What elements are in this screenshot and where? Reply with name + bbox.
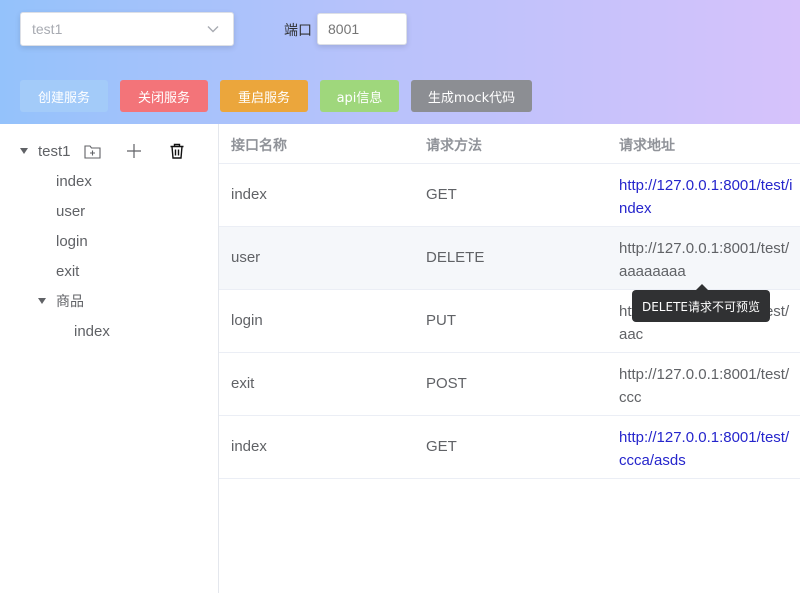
cell-api-name: exit (231, 375, 255, 392)
table-row[interactable]: user DELETE http://127.0.0.1:8001/test/a… (219, 227, 800, 290)
cell-url: http://127.0.0.1:8001/test/ccc (619, 366, 790, 406)
chevron-down-icon (205, 21, 221, 37)
tree-group-label: 商品 (56, 294, 84, 310)
tree-item-label: index (74, 322, 110, 340)
table-row[interactable]: index GET http://127.0.0.1:8001/test/ind… (219, 164, 800, 227)
cell-api-name: index (231, 438, 267, 455)
tree-item-goods-index[interactable]: index (74, 316, 110, 346)
tree-item-label: exit (56, 262, 80, 280)
tree-item-label: login (56, 232, 88, 250)
api-info-button[interactable]: api信息 (320, 80, 399, 112)
cell-method: GET (426, 186, 457, 203)
tree-group-goods[interactable]: 商品 (38, 286, 84, 316)
port-input[interactable] (317, 13, 407, 45)
plus-icon[interactable] (125, 142, 143, 160)
table-header: 接口名称 请求方法 请求地址 (219, 124, 800, 164)
cell-url-link[interactable]: http://127.0.0.1:8001/test/index (619, 174, 795, 220)
create-service-button[interactable]: 创建服务 (20, 80, 108, 112)
table-row[interactable]: index GET http://127.0.0.1:8001/test/ccc… (219, 416, 800, 479)
top-toolbar: test1 端口 创建服务 关闭服务 重启服务 api信息 生成mock代码 (0, 0, 800, 124)
tree-item-exit[interactable]: exit (56, 256, 79, 286)
cell-method: DELETE (426, 249, 485, 266)
cell-api-name: login (231, 312, 263, 329)
trash-icon[interactable] (168, 142, 186, 160)
cell-api-name: user (231, 249, 261, 266)
tree-item-user[interactable]: user (56, 196, 85, 226)
cell-url: http://127.0.0.1:8001/test/aaaaaaaa (619, 240, 790, 280)
generate-mock-code-button[interactable]: 生成mock代码 (411, 80, 532, 112)
cell-url-link[interactable]: http://127.0.0.1:8001/test/ccca/asds (619, 426, 795, 472)
port-label: 端口 (284, 23, 312, 39)
cell-method: GET (426, 438, 457, 455)
caret-down-icon[interactable] (20, 148, 28, 154)
close-service-button[interactable]: 关闭服务 (120, 80, 208, 112)
header-request-method: 请求方法 (426, 138, 482, 154)
header-request-url: 请求地址 (619, 138, 675, 154)
table-row[interactable]: exit POST http://127.0.0.1:8001/test/ccc (219, 353, 800, 416)
api-tree-sidebar: test1 index user login exit 商品 index (0, 124, 219, 593)
tree-item-label: user (56, 202, 86, 220)
tree-item-label: index (56, 172, 92, 190)
tree-root-label: test1 (38, 142, 71, 160)
cell-method: PUT (426, 312, 456, 329)
tree-item-index[interactable]: index (56, 166, 92, 196)
project-select-value: test1 (32, 21, 63, 37)
restart-service-button[interactable]: 重启服务 (220, 80, 308, 112)
tree-item-login[interactable]: login (56, 226, 88, 256)
header-api-name: 接口名称 (231, 138, 287, 154)
project-select[interactable]: test1 (20, 12, 234, 46)
cell-api-name: index (231, 186, 267, 203)
delete-preview-tooltip: DELETE请求不可预览 (632, 284, 770, 322)
caret-down-icon[interactable] (38, 298, 46, 304)
cell-method: POST (426, 375, 467, 392)
folder-add-icon[interactable] (83, 142, 101, 160)
tree-root-test1[interactable]: test1 (20, 136, 71, 166)
